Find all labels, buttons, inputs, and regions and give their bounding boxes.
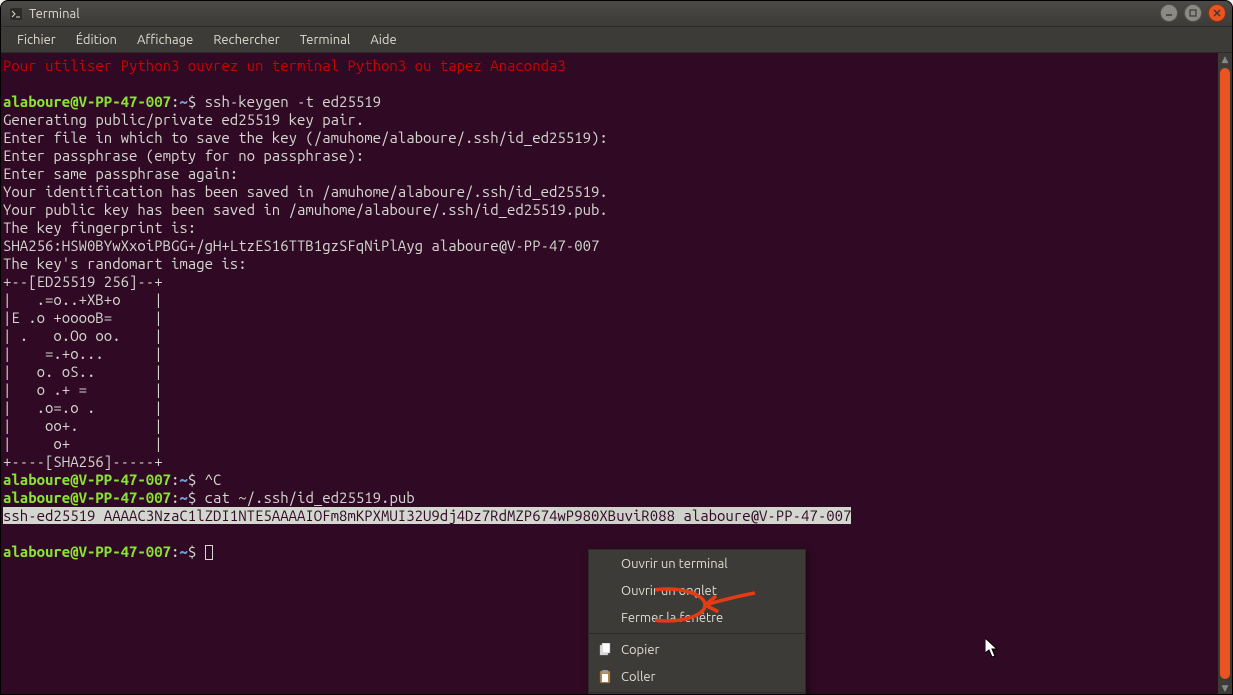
menubar: Fichier Édition Affichage Rechercher Ter… (1, 27, 1232, 53)
output-line: | . o.Oo oo. | (3, 327, 163, 344)
output-line: +--[ED25519 256]--+ (3, 273, 163, 290)
ctx-label: Ouvrir un terminal (621, 557, 795, 571)
terminal-window: Terminal Fichier Édition Affichage Reche… (0, 0, 1233, 695)
output-line: Enter file in which to save the key (/am… (3, 129, 608, 146)
scroll-down-button[interactable]: ▼ (1219, 682, 1231, 694)
output-line: The key's randomart image is: (3, 255, 247, 272)
terminal-content[interactable]: Pour utiliser Python3 ouvrez un terminal… (1, 53, 1232, 565)
titlebar: Terminal (1, 1, 1232, 27)
command-3: cat ~/.ssh/id_ed25519.pub (205, 489, 415, 506)
scroll-up-button[interactable]: ▲ (1219, 53, 1231, 65)
window-controls (1160, 4, 1226, 22)
prompt-user: alaboure@V-PP-47-007 (3, 489, 171, 506)
prompt-path: ~ (179, 471, 187, 488)
output-line: Enter same passphrase again: (3, 165, 238, 182)
prompt-user: alaboure@V-PP-47-007 (3, 543, 171, 560)
prompt-user: alaboure@V-PP-47-007 (3, 471, 171, 488)
copy-icon (597, 643, 613, 657)
selected-text-left: ssh-ed25519 AAAAC3NzaC1lZDI1NTE5AAAAIOFm… (3, 507, 557, 524)
output-line: +----[SHA256]-----+ (3, 453, 163, 470)
ctx-label: Fermer la fenêtre (621, 611, 795, 625)
ctx-copy[interactable]: Copier (589, 636, 805, 663)
window-title: Terminal (29, 7, 80, 21)
ctx-open-terminal[interactable]: Ouvrir un terminal (589, 550, 805, 577)
menu-separator (589, 633, 805, 634)
output-line: Enter passphrase (empty for no passphras… (3, 147, 364, 164)
context-menu: Ouvrir un terminal Ouvrir un onglet Ferm… (588, 549, 806, 695)
ctx-label: Copier (621, 643, 795, 657)
output-line: Your public key has been saved in /amuho… (3, 201, 608, 218)
menu-terminal[interactable]: Terminal (292, 30, 359, 50)
output-line: | oo+. | (3, 417, 163, 434)
ctx-paste[interactable]: Coller (589, 663, 805, 690)
output-line: | o .+ = | (3, 381, 163, 398)
hint-line: Pour utiliser Python3 ouvrez un terminal… (3, 57, 566, 74)
menu-view[interactable]: Affichage (129, 30, 201, 50)
command-1: ssh-keygen -t ed25519 (205, 93, 381, 110)
close-button[interactable] (1208, 4, 1226, 22)
app-icon (9, 7, 23, 21)
output-line: | o+ | (3, 435, 163, 452)
menu-edit[interactable]: Édition (68, 30, 125, 50)
output-line: | =.+o... | (3, 345, 163, 362)
paste-icon (597, 670, 613, 684)
output-line: Your identification has been saved in /a… (3, 183, 608, 200)
minimize-button[interactable] (1160, 4, 1178, 22)
ctx-open-tab[interactable]: Ouvrir un onglet (589, 577, 805, 604)
menu-help[interactable]: Aide (362, 30, 404, 50)
output-line: The key fingerprint is: (3, 219, 196, 236)
maximize-button[interactable] (1184, 4, 1202, 22)
command-interrupt: ^C (205, 471, 222, 488)
ctx-close-window[interactable]: Fermer la fenêtre (589, 604, 805, 631)
output-line: | .o=.o . | (3, 399, 163, 416)
ctx-label: Coller (621, 670, 795, 684)
selected-text-tail: -PP-47-007 (767, 507, 851, 524)
prompt-user: alaboure@V-PP-47-007 (3, 93, 171, 110)
prompt-path: ~ (179, 543, 187, 560)
menu-file[interactable]: Fichier (9, 30, 64, 50)
prompt-path: ~ (179, 489, 187, 506)
selected-text-hidden: wP980XBuviR088 alaboure@V (557, 507, 767, 524)
output-line: |E .o +ooooB= | (3, 309, 163, 326)
menu-separator (589, 692, 805, 693)
cursor (205, 545, 213, 560)
output-line: SHA256:HSW0BYwXxoiPBGG+/gH+LtzES16TTB1gz… (3, 237, 599, 254)
menu-search[interactable]: Rechercher (205, 30, 287, 50)
output-line: | .=o..+XB+o | (3, 291, 163, 308)
ctx-label: Ouvrir un onglet (621, 584, 795, 598)
output-line: | o. oS.. | (3, 363, 163, 380)
prompt-path: ~ (179, 93, 187, 110)
scrollbar[interactable]: ▲ ▼ (1218, 53, 1232, 694)
scroll-thumb[interactable] (1220, 68, 1230, 679)
output-line: Generating public/private ed25519 key pa… (3, 111, 364, 128)
